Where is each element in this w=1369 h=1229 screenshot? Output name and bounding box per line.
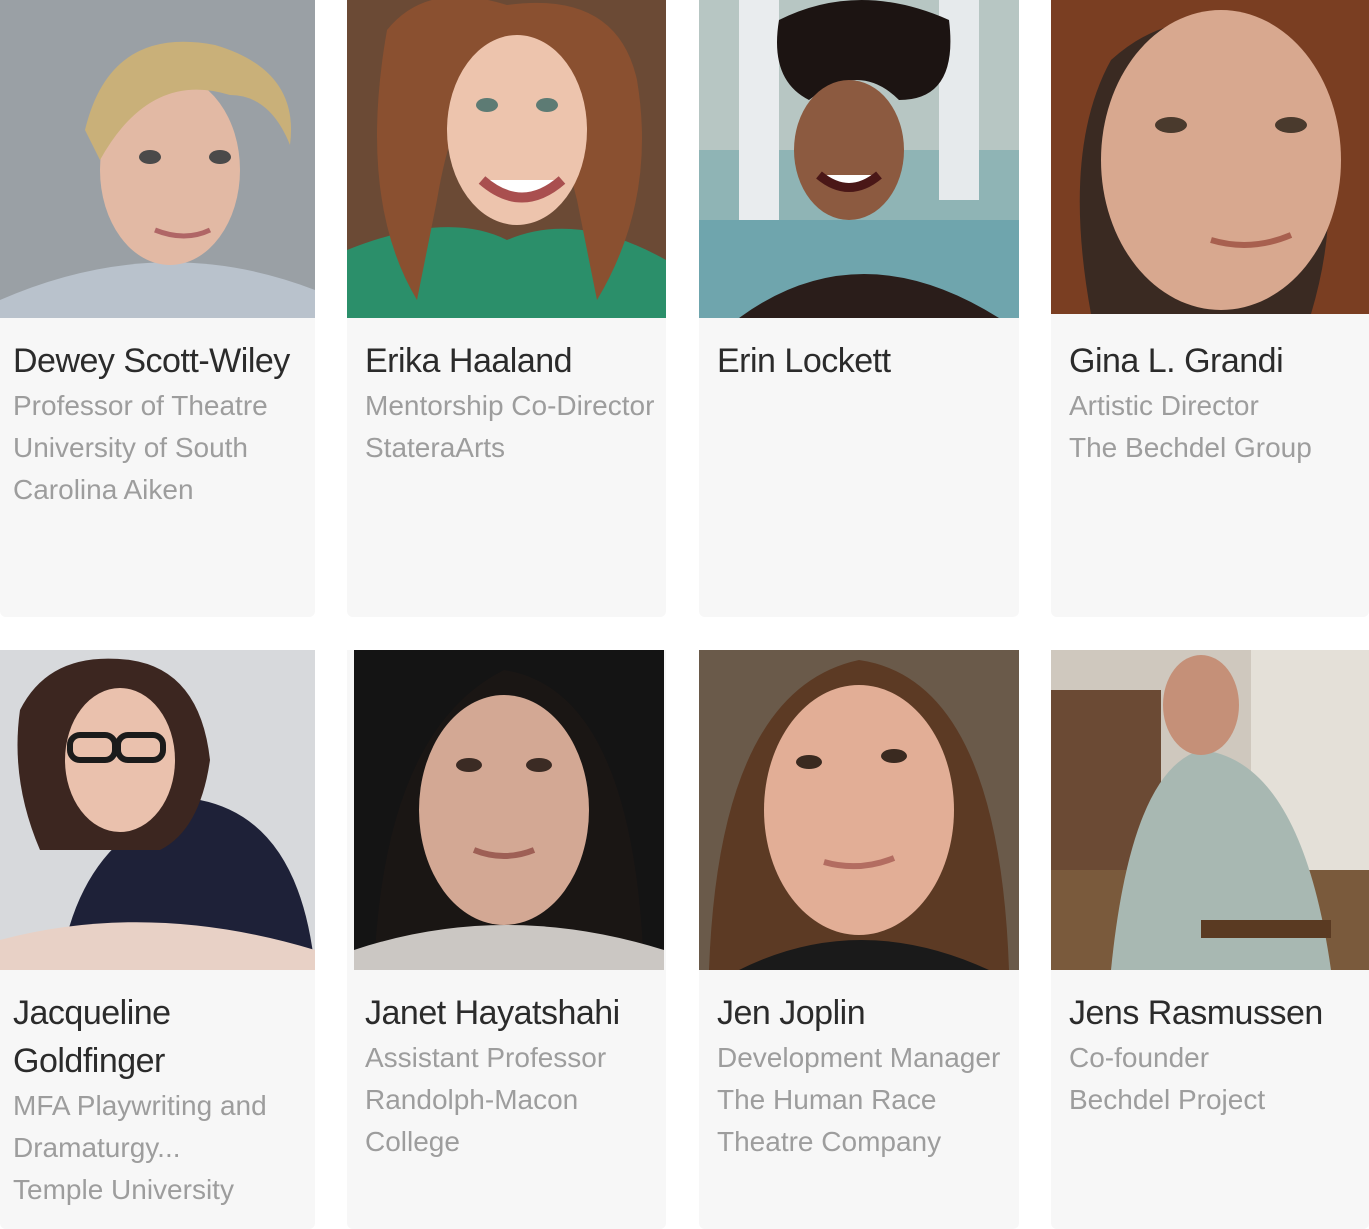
person-name: Jens Rasmussen	[1069, 994, 1323, 1032]
person-name: Erin Lockett	[717, 342, 891, 380]
person-title: MFA Playwriting and Dramaturgy...	[13, 1090, 267, 1163]
person-card[interactable]: Erin Lockett	[699, 0, 1019, 617]
person-name: Janet Hayatshahi	[365, 994, 620, 1032]
profile-photo[interactable]	[1051, 650, 1369, 970]
person-title: Development Manager	[717, 1042, 1001, 1073]
person-name: Jacqueline Goldfinger	[13, 994, 171, 1080]
person-name: Jen Joplin	[717, 994, 866, 1032]
profile-photo[interactable]	[699, 650, 1019, 970]
person-title: Professor of Theatre	[13, 390, 268, 421]
person-title: Co-founder	[1069, 1042, 1210, 1073]
person-organization: University of South Carolina Aiken	[13, 432, 248, 505]
profile-photo[interactable]	[347, 0, 666, 318]
person-card[interactable]: Jen Joplin Development Manager The Human…	[699, 650, 1019, 1229]
profile-photo[interactable]	[0, 0, 315, 318]
person-title: Mentorship Co-Director	[365, 390, 655, 421]
person-organization: The Bechdel Group	[1069, 432, 1312, 463]
person-info: Jacqueline Goldfinger MFA Playwriting an…	[13, 989, 305, 1211]
person-name: Dewey Scott-Wiley	[13, 342, 290, 380]
person-info: Dewey Scott-Wiley Professor of Theatre U…	[13, 337, 305, 511]
person-name: Erika Haaland	[365, 342, 573, 380]
person-info: Erika Haaland Mentorship Co-Director Sta…	[365, 337, 656, 469]
person-organization: Temple University	[13, 1174, 234, 1205]
profile-photo[interactable]	[354, 650, 664, 970]
person-title: Artistic Director	[1069, 390, 1259, 421]
person-card[interactable]: Jens Rasmussen Co-founder Bechdel Projec…	[1051, 650, 1369, 1229]
person-info: Erin Lockett	[717, 337, 1009, 385]
profile-photo[interactable]	[0, 650, 315, 970]
profile-photo[interactable]	[699, 0, 1019, 318]
person-card[interactable]: Gina L. Grandi Artistic Director The Bec…	[1051, 0, 1369, 617]
person-organization: Bechdel Project	[1069, 1084, 1266, 1115]
person-organization: Randolph-Macon College	[365, 1084, 579, 1157]
person-card[interactable]: Janet Hayatshahi Assistant Professor Ran…	[347, 650, 666, 1229]
profile-photo[interactable]	[1051, 0, 1369, 314]
person-info: Gina L. Grandi Artistic Director The Bec…	[1069, 337, 1359, 469]
person-title: Assistant Professor	[365, 1042, 607, 1073]
person-info: Jen Joplin Development Manager The Human…	[717, 989, 1009, 1163]
person-name: Gina L. Grandi	[1069, 342, 1284, 380]
person-card[interactable]: Erika Haaland Mentorship Co-Director Sta…	[347, 0, 666, 617]
person-card[interactable]: Dewey Scott-Wiley Professor of Theatre U…	[0, 0, 315, 617]
person-card[interactable]: Jacqueline Goldfinger MFA Playwriting an…	[0, 650, 315, 1229]
person-organization: The Human Race Theatre Company	[717, 1084, 942, 1157]
person-info: Janet Hayatshahi Assistant Professor Ran…	[365, 989, 656, 1163]
person-organization: StateraArts	[365, 432, 506, 463]
person-info: Jens Rasmussen Co-founder Bechdel Projec…	[1069, 989, 1359, 1121]
